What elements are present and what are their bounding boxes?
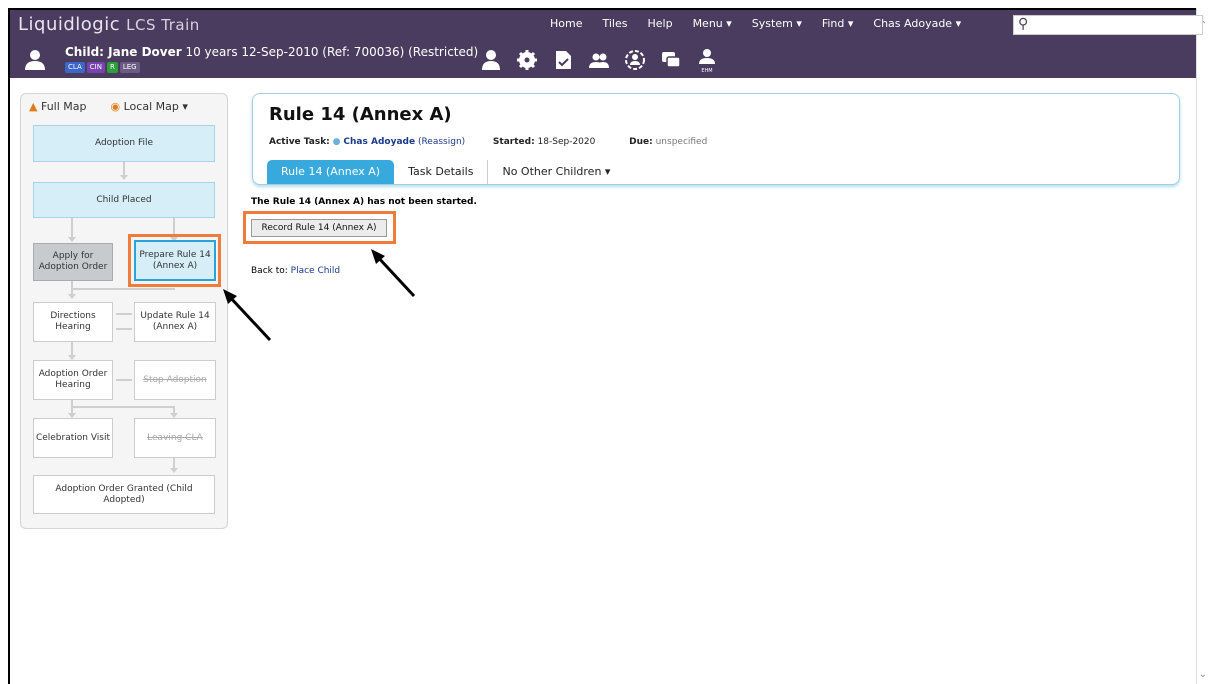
connector — [116, 328, 132, 330]
ehm-label: EHM — [701, 68, 713, 74]
back-prefix: Back to: — [251, 266, 288, 276]
back-link-place-child[interactable]: Place Child — [291, 266, 341, 276]
started-value: 18-Sep-2020 — [537, 137, 596, 147]
ehm-button[interactable]: EHM — [696, 48, 718, 74]
nav-user-menu[interactable]: Chas Adoyade ▾ — [873, 17, 961, 30]
arrow-to-node — [223, 289, 272, 342]
status-message: The Rule 14 (Annex A) has not been start… — [251, 197, 477, 207]
ehm-person-icon — [699, 49, 715, 64]
record-rule14-button[interactable]: Record Rule 14 (Annex A) — [251, 219, 387, 237]
child-bar: Child: Jane Dover 10 years 12-Sep-2010 (… — [10, 42, 1196, 78]
connector — [116, 379, 132, 381]
node-leaving-cla[interactable]: Leaving CLA — [134, 418, 216, 458]
arrow-down — [68, 294, 76, 299]
reassign-link[interactable]: (Reassign) — [418, 137, 465, 147]
local-map-icon: ◉ — [110, 100, 121, 113]
node-celebration-visit[interactable]: Celebration Visit — [33, 418, 113, 458]
person-icon[interactable] — [480, 48, 502, 72]
arrow-down — [68, 237, 76, 242]
child-toolbar: EHM — [480, 48, 718, 74]
active-task-label: Active Task: — [269, 137, 330, 147]
full-map-link[interactable]: ▲ Full Map — [29, 100, 87, 113]
back-link-row: Back to: Place Child — [251, 266, 340, 276]
nav-tiles[interactable]: Tiles — [602, 17, 627, 30]
document-icon[interactable] — [552, 48, 574, 72]
top-nav: Home Tiles Help Menu ▾ System ▾ Find ▾ C… — [550, 17, 981, 30]
arrow-to-button — [371, 249, 416, 298]
task-header-card: Rule 14 (Annex A) Active Task: ● Chas Ad… — [252, 93, 1180, 185]
task-tabs: Rule 14 (Annex A) Task Details No Other … — [267, 160, 624, 184]
network-icon[interactable] — [624, 48, 646, 72]
user-icon: ● — [332, 137, 341, 147]
tab-task-details[interactable]: Task Details — [394, 160, 489, 184]
vertical-scrollbar[interactable]: ⌃ ⌄ — [1196, 8, 1210, 684]
due-value: unspecified — [655, 137, 708, 147]
connector — [71, 218, 73, 238]
node-adoption-file[interactable]: Adoption File — [33, 125, 215, 162]
tag-r[interactable]: R — [106, 62, 118, 73]
child-details: 10 years 12-Sep-2010 (Ref: 700036) (Rest… — [181, 45, 479, 59]
tag-leg[interactable]: LEG — [119, 62, 140, 73]
home-icon: ▲ — [29, 100, 38, 113]
tab-rule14[interactable]: Rule 14 (Annex A) — [267, 160, 395, 184]
arrow-down — [120, 175, 128, 180]
child-header: Child: Jane Dover 10 years 12-Sep-2010 (… — [65, 45, 478, 59]
page-title: Rule 14 (Annex A) — [269, 104, 452, 125]
nav-help[interactable]: Help — [647, 17, 672, 30]
node-adoption-order-hearing[interactable]: Adoption Order Hearing — [33, 360, 113, 400]
group-icon[interactable] — [588, 48, 610, 72]
task-meta: Active Task: ● Chas Adoyade (Reassign) S… — [269, 137, 707, 147]
nav-find[interactable]: Find ▾ — [822, 17, 854, 30]
child-tags: CLA CIN R LEG — [65, 62, 140, 73]
app-logo[interactable]: Liquidlogic LCS Train — [18, 14, 200, 35]
connector — [123, 162, 125, 176]
local-map-dropdown[interactable]: ◉ Local Map ▾ — [111, 100, 188, 113]
connector — [71, 342, 73, 356]
nav-menu[interactable]: Menu ▾ — [693, 17, 732, 30]
scroll-down-icon[interactable]: ⌄ — [1199, 669, 1207, 680]
child-name[interactable]: Child: Jane Dover — [65, 45, 182, 59]
tag-cla[interactable]: CLA — [65, 62, 85, 73]
map-nav: ▲ Full Map ◉ Local Map ▾ — [29, 100, 188, 113]
connector — [71, 288, 175, 290]
node-directions-hearing[interactable]: Directions Hearing — [33, 302, 113, 342]
started-label: Started: — [492, 137, 535, 147]
due-label: Due: — [629, 137, 653, 147]
highlight-box-node — [128, 234, 221, 287]
connector — [116, 313, 132, 315]
node-stop-adoption[interactable]: Stop Adoption — [134, 360, 216, 400]
tab-other-children[interactable]: No Other Children ▾ — [488, 160, 624, 184]
node-child-placed[interactable]: Child Placed — [33, 182, 215, 218]
local-map-label: Local Map ▾ — [123, 100, 188, 113]
top-bar: Liquidlogic LCS Train Home Tiles Help Men… — [10, 10, 1203, 78]
search-input[interactable]: ⚲ — [1013, 15, 1203, 35]
active-task-user[interactable]: Chas Adoyade — [343, 137, 415, 147]
child-avatar-icon — [25, 50, 45, 70]
nav-home[interactable]: Home — [550, 17, 582, 30]
nav-system[interactable]: System ▾ — [752, 17, 802, 30]
chat-icon[interactable] — [660, 48, 682, 72]
node-update-rule14[interactable]: Update Rule 14 (Annex A) — [134, 302, 216, 342]
window-frame-left — [8, 8, 10, 684]
full-map-label: Full Map — [40, 100, 87, 113]
node-apply-order[interactable]: Apply for Adoption Order — [33, 243, 113, 281]
environment-name: LCS Train — [126, 16, 200, 34]
tag-cin[interactable]: CIN — [86, 62, 105, 73]
arrow-down — [170, 468, 178, 473]
gear-icon[interactable] — [516, 48, 538, 72]
search-icon: ⚲ — [1018, 16, 1029, 32]
connector — [71, 406, 175, 408]
brand-name: Liquidlogic — [18, 14, 121, 35]
node-order-granted[interactable]: Adoption Order Granted (Child Adopted) — [33, 475, 215, 514]
